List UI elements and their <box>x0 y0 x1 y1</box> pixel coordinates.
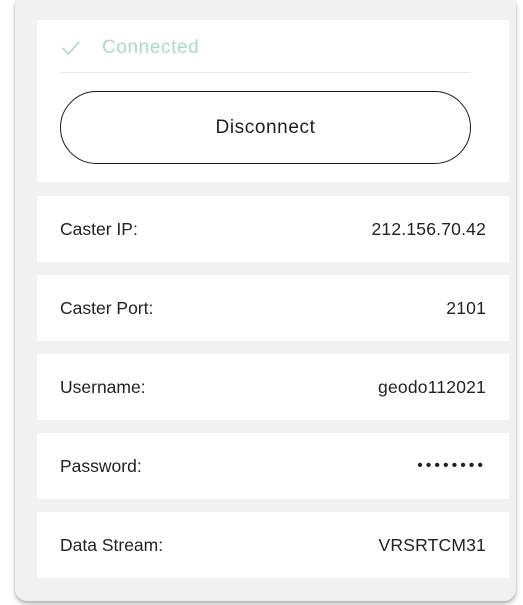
data-stream-value: VRSRTCM31 <box>378 534 486 555</box>
connection-status: Connected <box>60 34 199 62</box>
field-row-data-stream: Data Stream: VRSRTCM31 <box>37 512 509 578</box>
field-row-username: Username: geodo112021 <box>37 354 509 420</box>
caster-port-label: Caster Port: <box>60 297 154 318</box>
connection-status-card: Connected Disconnect <box>37 20 509 182</box>
data-stream-label: Data Stream: <box>60 534 164 555</box>
caster-port-value: 2101 <box>446 297 486 318</box>
password-label: Password: <box>60 455 142 476</box>
check-icon <box>62 41 80 55</box>
field-row-caster-port: Caster Port: 2101 <box>37 275 509 341</box>
field-row-password: Password: •••••••• <box>37 433 509 499</box>
disconnect-button[interactable]: Disconnect <box>60 91 471 164</box>
field-row-caster-ip: Caster IP: 212.156.70.42 <box>37 196 509 262</box>
caster-ip-value: 212.156.70.42 <box>371 218 486 239</box>
password-value: •••••••• <box>417 457 486 474</box>
username-value: geodo112021 <box>378 376 486 397</box>
status-divider <box>60 72 471 73</box>
username-label: Username: <box>60 376 146 397</box>
ntrip-connection-panel: Connected Disconnect Caster IP: 212.156.… <box>15 0 516 601</box>
caster-ip-label: Caster IP: <box>60 218 138 239</box>
connection-status-text: Connected <box>102 37 200 58</box>
